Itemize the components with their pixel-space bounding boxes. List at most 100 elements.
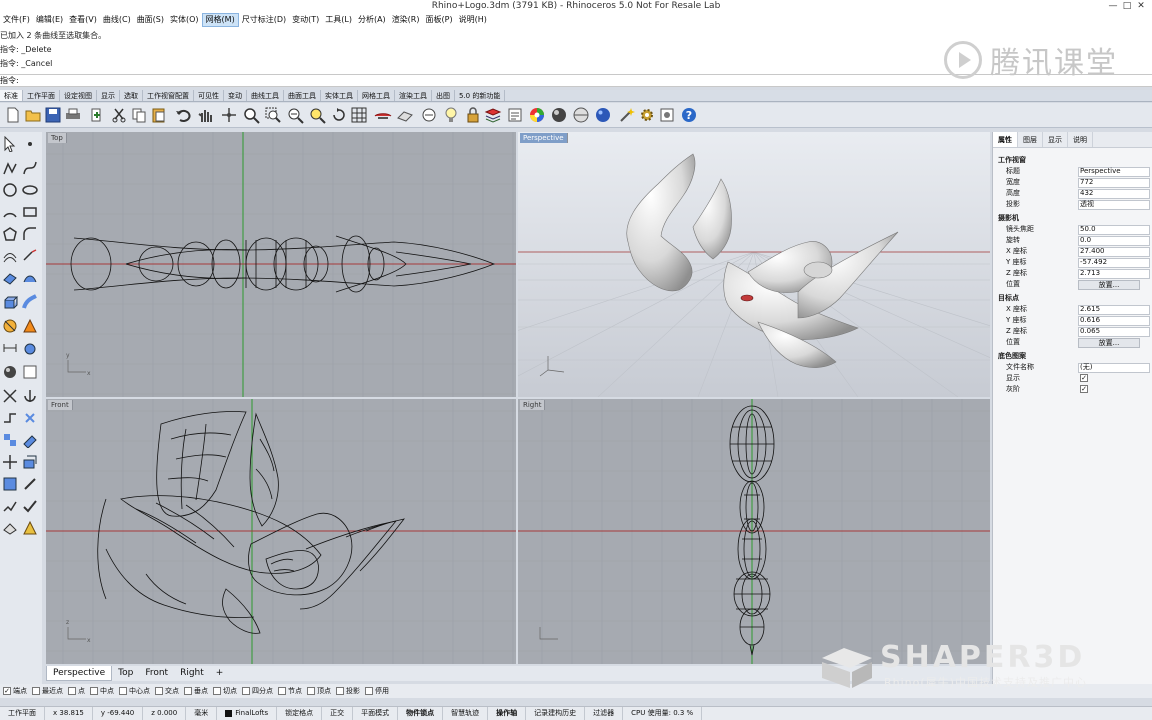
minimize-button[interactable]: — (1106, 0, 1120, 13)
vp-tab-perspective[interactable]: Perspective (46, 666, 113, 681)
ellipse-icon[interactable] (22, 182, 38, 198)
tab-drafting[interactable]: 出图 (432, 90, 455, 101)
osnap-checkbox[interactable] (336, 687, 344, 695)
tab-render-tools[interactable]: 渲染工具 (395, 90, 432, 101)
light-icon[interactable] (442, 106, 460, 124)
osnap-checkbox[interactable] (242, 687, 250, 695)
status-units[interactable]: 毫米 (186, 707, 218, 720)
tab-transform[interactable]: 变动 (224, 90, 247, 101)
status-cplane[interactable]: 工作平面 (0, 707, 45, 720)
tab-help[interactable]: 说明 (1068, 132, 1093, 147)
help-icon[interactable]: ? (680, 106, 698, 124)
status-layer[interactable]: FinalLofts (217, 707, 278, 720)
point-icon[interactable] (22, 136, 38, 152)
osnap-checkbox[interactable] (68, 687, 76, 695)
wand-icon[interactable] (618, 106, 636, 124)
osnap-checkbox[interactable] (119, 687, 127, 695)
rotate-icon[interactable] (330, 106, 348, 124)
settings-icon[interactable] (638, 106, 656, 124)
zoom-icon[interactable] (242, 106, 260, 124)
render-icon[interactable] (594, 106, 612, 124)
menu-panels[interactable]: 面板(P) (423, 13, 456, 27)
status-toggle-planar[interactable]: 平面模式 (353, 707, 399, 720)
trim-icon[interactable] (2, 388, 18, 404)
split-icon[interactable] (22, 388, 38, 404)
tab-layers[interactable]: 图层 (1018, 132, 1043, 147)
wallpaper-gray-checkbox[interactable]: ✓ (1080, 385, 1088, 393)
render-settings-icon[interactable] (22, 364, 38, 380)
camera-place-button[interactable]: 放置... (1078, 280, 1140, 290)
osnap-checkbox[interactable] (155, 687, 163, 695)
menu-help[interactable]: 说明(H) (456, 13, 490, 27)
viewport-title-top[interactable]: Top (48, 133, 67, 143)
close-button[interactable]: ✕ (1134, 0, 1148, 13)
zoom-selected-icon[interactable] (308, 106, 326, 124)
osnap-checkbox[interactable] (213, 687, 221, 695)
plane-icon[interactable] (396, 106, 414, 124)
save-icon[interactable] (44, 106, 62, 124)
osnap-checkbox[interactable] (184, 687, 192, 695)
menu-transform[interactable]: 变动(T) (289, 13, 322, 27)
mirror-icon[interactable] (22, 476, 38, 492)
loft-icon[interactable] (22, 270, 38, 286)
menu-render[interactable]: 渲染(R) (389, 13, 423, 27)
tab-new-in-v5[interactable]: 5.0 的新功能 (455, 90, 506, 101)
menu-surface[interactable]: 曲面(S) (134, 13, 167, 27)
osnap-checkbox[interactable] (278, 687, 286, 695)
circle-icon[interactable] (2, 182, 18, 198)
tab-surface-tools[interactable]: 曲面工具 (284, 90, 321, 101)
tab-cplanes[interactable]: 工作平面 (23, 90, 60, 101)
status-toggle-smarttrack[interactable]: 智慧轨迹 (443, 707, 489, 720)
new-icon[interactable] (4, 106, 22, 124)
mesh-icon[interactable] (2, 364, 18, 380)
status-toggle-gumball[interactable]: 操作轴 (488, 707, 527, 720)
extrude-icon[interactable] (2, 294, 18, 310)
tab-solid-tools[interactable]: 实体工具 (321, 90, 358, 101)
tab-visibility[interactable]: 可见性 (194, 90, 224, 101)
arc-icon[interactable] (2, 204, 18, 220)
color-wheel-icon[interactable] (528, 106, 546, 124)
zoom-window-icon[interactable] (264, 106, 282, 124)
menu-edit[interactable]: 编辑(E) (33, 13, 66, 27)
select-arrow-icon[interactable] (2, 136, 18, 152)
fillet-curve-icon[interactable] (22, 226, 38, 242)
paste-icon[interactable] (150, 106, 168, 124)
status-toggle-filter[interactable]: 过滤器 (585, 707, 624, 720)
tab-viewport-layout[interactable]: 工作视窗配置 (143, 90, 194, 101)
options-icon[interactable] (658, 106, 676, 124)
polyline-icon[interactable] (2, 160, 18, 176)
zoom-extents-icon[interactable] (286, 106, 304, 124)
layer-icon[interactable] (484, 106, 502, 124)
block-icon[interactable] (2, 520, 18, 536)
open-icon[interactable] (24, 106, 42, 124)
viewport-title-perspective[interactable]: Perspective (520, 133, 568, 143)
properties-icon[interactable] (506, 106, 524, 124)
menu-analyze[interactable]: 分析(A) (355, 13, 389, 27)
snapshot-icon[interactable] (420, 106, 438, 124)
scale-icon[interactable] (2, 476, 18, 492)
check-icon[interactable] (22, 498, 38, 514)
status-toggle-history[interactable]: 记录建构历史 (526, 707, 586, 720)
status-toggle-gridsnap[interactable]: 锁定格点 (277, 707, 323, 720)
menu-view[interactable]: 查看(V) (66, 13, 100, 27)
tab-curve-tools[interactable]: 曲线工具 (247, 90, 284, 101)
grid-icon[interactable] (350, 106, 368, 124)
group-icon[interactable] (2, 432, 18, 448)
named-view-icon[interactable] (374, 106, 392, 124)
print-icon[interactable] (64, 106, 82, 124)
target-place-button[interactable]: 放置... (1078, 338, 1140, 348)
vp-tab-top[interactable]: Top (112, 666, 139, 681)
extend-icon[interactable] (22, 248, 38, 264)
tab-mesh-tools[interactable]: 网格工具 (358, 90, 395, 101)
osnap-checkbox[interactable] (32, 687, 40, 695)
solid-tools-icon[interactable] (22, 340, 38, 356)
menu-solid[interactable]: 实体(O) (167, 13, 202, 27)
tab-display[interactable]: 显示 (1043, 132, 1068, 147)
viewport-title-front[interactable]: Front (48, 400, 73, 410)
tab-display[interactable]: 显示 (97, 90, 120, 101)
rectangle-icon[interactable] (22, 204, 38, 220)
material-icon[interactable] (572, 106, 590, 124)
tab-select[interactable]: 选取 (120, 90, 143, 101)
menu-tools[interactable]: 工具(L) (322, 13, 355, 27)
tab-standard[interactable]: 标准 (0, 90, 23, 101)
